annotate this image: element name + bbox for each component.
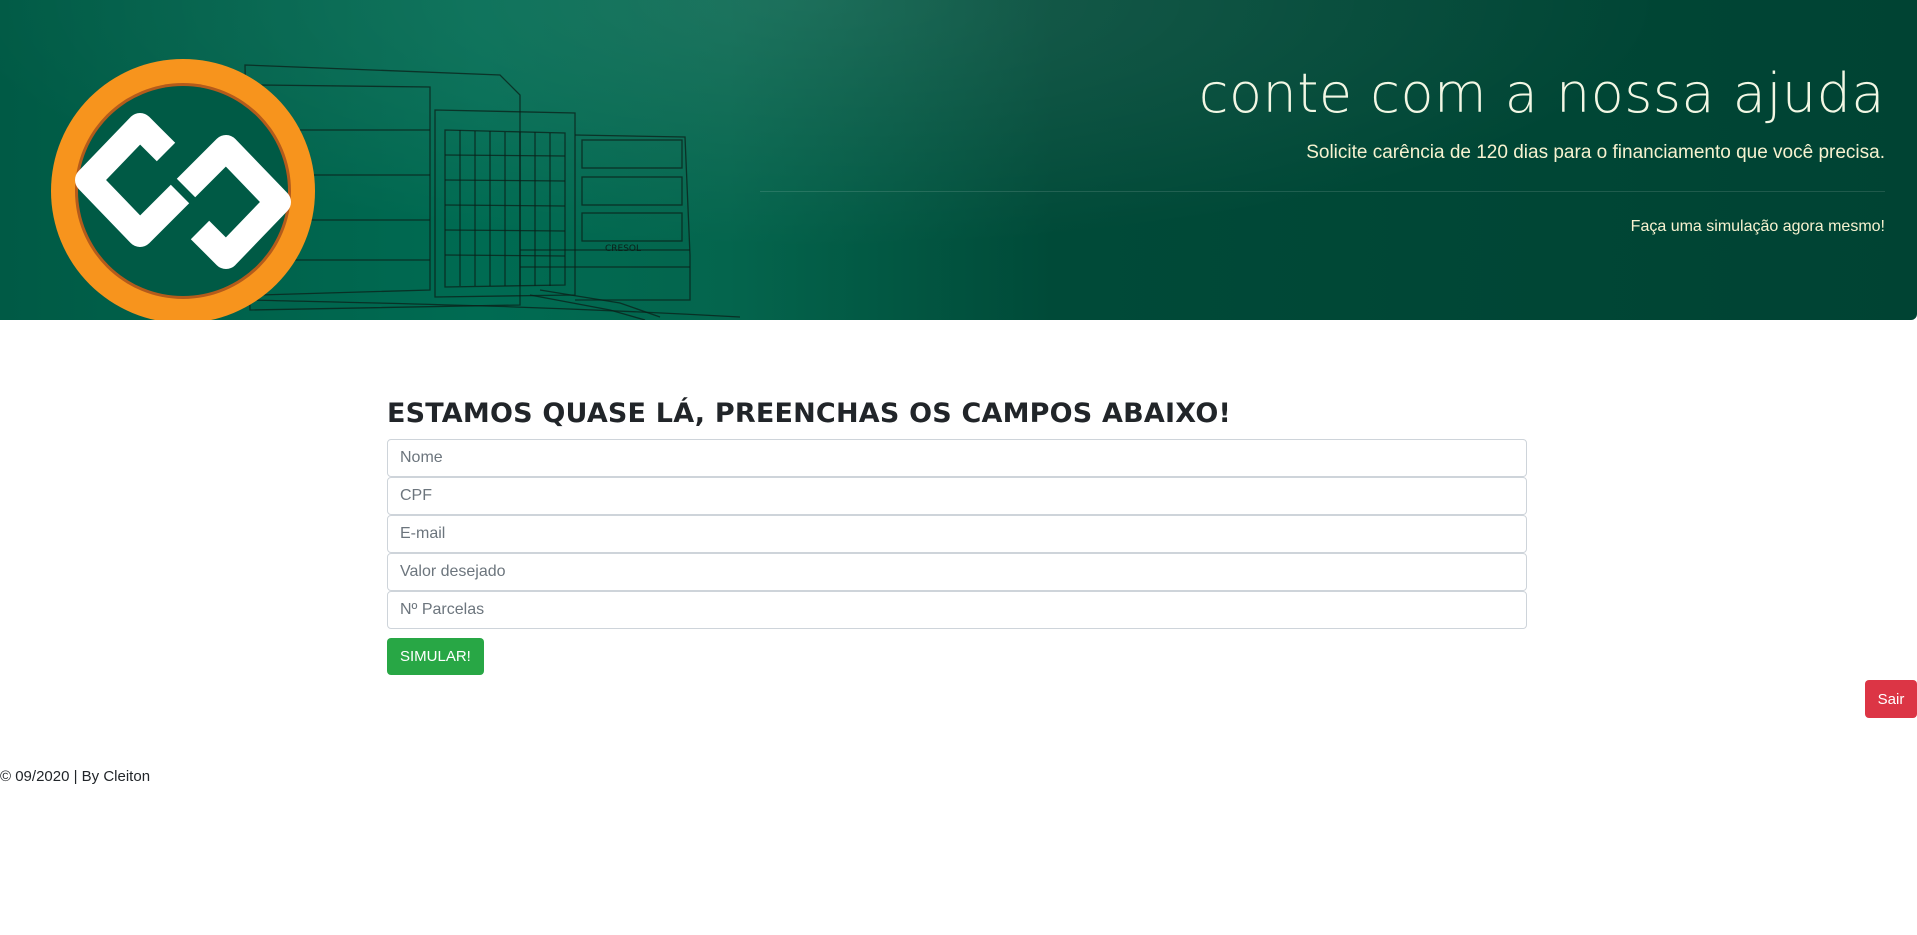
email-input[interactable] bbox=[387, 515, 1527, 553]
hero-banner: CRESOL conte com a nossa ajuda Solicite … bbox=[0, 0, 1917, 320]
amount-input[interactable] bbox=[387, 553, 1527, 591]
footer-text: © 09/2020 | By Cleiton bbox=[0, 768, 151, 785]
hero-cta-text: Faça uma simulação agora mesmo! bbox=[1630, 218, 1885, 235]
building-sign: CRESOL bbox=[605, 244, 641, 254]
logout-button[interactable]: Sair bbox=[1865, 680, 1917, 718]
installments-input[interactable] bbox=[387, 591, 1527, 629]
simulate-button[interactable]: SIMULAR! bbox=[387, 638, 484, 675]
simulation-form: ESTAMOS QUASE LÁ, PREENCHAS OS CAMPOS AB… bbox=[387, 398, 1527, 675]
hero-subtitle: Solicite carência de 120 dias para o fin… bbox=[1306, 142, 1885, 163]
hero-title: conte com a nossa ajuda bbox=[1198, 62, 1885, 125]
cpf-input[interactable] bbox=[387, 477, 1527, 515]
form-title: ESTAMOS QUASE LÁ, PREENCHAS OS CAMPOS AB… bbox=[387, 398, 1231, 429]
name-input[interactable] bbox=[387, 439, 1527, 477]
logo-icon bbox=[51, 59, 315, 320]
hero-divider bbox=[760, 191, 1885, 192]
